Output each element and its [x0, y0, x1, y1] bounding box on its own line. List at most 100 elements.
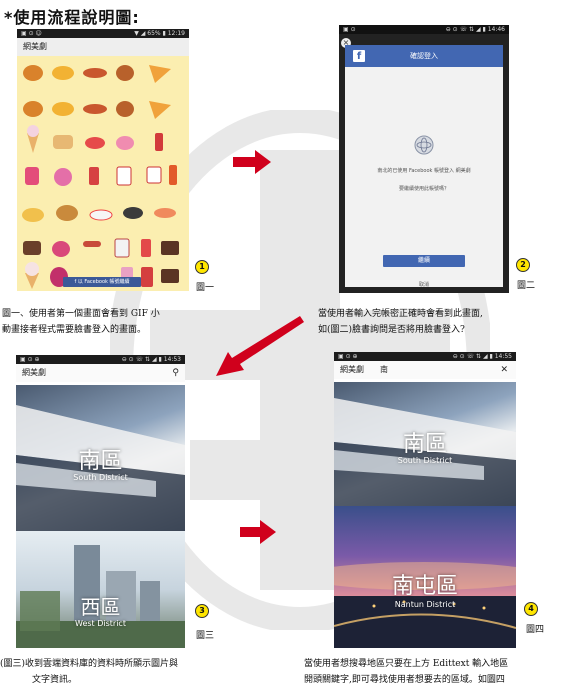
sushi-icon [85, 137, 105, 149]
caption-4-line-2: 開頭關鍵字,即可尋找使用者想要去的區域。如圖四 [304, 675, 505, 685]
cup-icon [114, 238, 130, 258]
taco-icon [52, 66, 74, 80]
soda-icon [141, 239, 151, 257]
screenshot-1-splash: ▣ ⊙ ☺ ▼ ◢ 65% ▮ 12:19 網美劇 f 以 Facebook 帳… [17, 29, 189, 291]
caption-2: 當使用者輸入完帳密正確時會看到此畫面, 如(圖二)臉書詢問是否將用臉書登入? [318, 306, 483, 338]
burger-icon [23, 65, 43, 81]
status-icons-right: ⊖ ⊙ ☏ ⇅ ◢ ▮ 14:55 [452, 353, 512, 360]
status-bar: ▣ ⊙ ⊕ ⊖ ⊙ ☏ ⇅ ◢ ▮ 14:55 [334, 352, 516, 361]
hotdog-icon [83, 68, 107, 78]
app-avatar-icon [414, 135, 434, 155]
district-name: 西區 [80, 595, 121, 619]
sushi-icon [123, 207, 143, 219]
caption-1-line-2: 動畫接者程式需要臉書登入的畫面。 [2, 325, 147, 335]
district-subtitle: Nantun District [394, 600, 456, 609]
status-icons-left: ▣ ⊙ ☺ [21, 30, 42, 37]
pancake-icon [56, 205, 78, 221]
district-card-nantun[interactable]: 南屯區 Nantun District [334, 506, 516, 648]
district-subtitle: South District [397, 456, 453, 465]
food-illustration-grid [22, 65, 179, 289]
dialog-title: 確認登入 [410, 52, 438, 60]
continue-button[interactable]: 繼續 [383, 255, 465, 267]
status-bar: ▣ ⊙ ⊕ ⊖ ⊙ ☏ ⇅ ◢ ▮ 14:53 [16, 355, 185, 364]
district-subtitle: South District [73, 473, 128, 482]
district-card-south[interactable]: 南區 South District [16, 385, 185, 531]
sauce-icon [169, 165, 177, 185]
hotdog-icon [83, 104, 107, 114]
cake-icon [116, 136, 134, 150]
pizza-icon [149, 101, 171, 119]
status-bar: ▣ ⊙ ⊖ ⊙ ☏ ⇅ ◢ ▮ 14:46 [339, 25, 509, 34]
arrow-right-icon [240, 520, 276, 544]
screenshot-4-district-search: ▣ ⊙ ⊕ ⊖ ⊙ ☏ ⇅ ◢ ▮ 14:55 網美劇 南 ✕ 南區 South… [334, 352, 516, 648]
login-message: 南北的已使用 Facebook 帳號登入 網美劇 [377, 168, 471, 174]
milk-icon [116, 166, 132, 186]
taco-icon [52, 102, 74, 116]
caption-3-line-2: 文字資訊。 [32, 675, 78, 685]
arrow-down-left-icon [216, 316, 304, 376]
sushi-roll-icon [89, 209, 113, 221]
burger-icon [23, 101, 43, 117]
app-title: 網美劇 [23, 42, 47, 51]
can-icon [141, 267, 153, 287]
app-bar: 網美劇 [17, 38, 189, 56]
status-icons-left: ▣ ⊙ ⊕ [338, 353, 358, 360]
arrow-right-icon [233, 150, 271, 174]
caption-1: 圖一、使用者第一個畫面會看到 GIF 小 動畫接者程式需要臉書登入的畫面。 [2, 306, 160, 338]
donut-icon [54, 168, 72, 186]
screenshot-2-facebook-confirm: ▣ ⊙ ⊖ ⊙ ☏ ⇅ ◢ ▮ 14:46 × f 確認登入 南北的已使用 Fa… [339, 25, 509, 293]
caption-3-line-1: (圖三)收到雲端資料庫的資料時所顯示圖片與 [0, 659, 179, 669]
page-heading: *使用流程說明圖: [4, 8, 140, 27]
cake-slice-icon [161, 241, 179, 255]
salmon-icon [154, 208, 176, 218]
step-badge-1: 1 [195, 260, 209, 274]
figure-label-1: 圖一 [196, 283, 215, 293]
drumstick-icon [116, 101, 134, 117]
district-card-west[interactable]: 西區 West District [16, 531, 185, 648]
status-icons-left: ▣ ⊙ [343, 26, 356, 33]
facebook-login-dialog: f 確認登入 南北的已使用 Facebook 帳號登入 網美劇 要繼續使用此帳號… [345, 45, 503, 288]
cake-slice-icon [161, 269, 179, 283]
status-icons-right: ⊖ ⊙ ☏ ⇅ ◢ ▮ 14:46 [445, 26, 505, 33]
login-question: 要繼續使用此帳號嗎？ [398, 186, 449, 192]
cancel-button[interactable]: 取消 [345, 281, 503, 288]
toast-icon [53, 135, 73, 149]
caption-2-line-2: 如(圖二)臉書詢問是否將用臉書登入? [318, 325, 465, 335]
app-bar: 網美劇 南 ✕ [334, 361, 516, 379]
district-name: 南屯區 [391, 574, 458, 599]
figure-label-2: 圖二 [517, 281, 536, 291]
search-input[interactable]: 南 [380, 361, 388, 379]
bottle-icon [155, 133, 163, 151]
search-icon[interactable]: ⚲ [172, 364, 179, 382]
status-icons-left: ▣ ⊙ ⊕ [20, 356, 40, 363]
status-icons-right: ▼ ◢ 65% ▮ 12:19 [134, 30, 185, 37]
dumpling-icon [52, 241, 70, 257]
step-badge-2: 2 [516, 258, 530, 272]
close-icon[interactable]: ✕ [500, 361, 508, 379]
caption-1-line-1: 圖一、使用者第一個畫面會看到 GIF 小 [2, 309, 160, 319]
district-name: 南區 [78, 449, 123, 474]
status-bar: ▣ ⊙ ☺ ▼ ◢ 65% ▮ 12:19 [17, 29, 189, 38]
sandwich-icon [23, 241, 41, 255]
drumstick-icon [116, 65, 134, 81]
pizza-icon [149, 65, 171, 83]
facebook-logo-icon: f [353, 50, 365, 62]
app-title: 網美劇 [22, 368, 46, 377]
district-card-south[interactable]: 南區 South District [334, 382, 516, 506]
bowl-icon [22, 208, 44, 222]
status-icons-right: ⊖ ⊙ ☏ ⇅ ◢ ▮ 14:53 [121, 356, 181, 363]
app-bar: 網美劇 ⚲ [16, 364, 185, 382]
skewer-icon [83, 241, 101, 247]
figure-label-4: 圖四 [526, 625, 545, 635]
caption-2-line-1: 當使用者輸入完帳密正確時會看到此畫面, [318, 309, 483, 319]
can-icon [89, 167, 99, 185]
district-subtitle: West District [75, 619, 126, 628]
caption-4-line-1: 當使用者想搜尋地區只要在上方 Edittext 輸入地區 [304, 659, 509, 669]
app-title: 網美劇 [340, 365, 364, 374]
caption-3: (圖三)收到雲端資料庫的資料時所顯示圖片與 文字資訊。 [0, 656, 178, 688]
jar-icon [25, 167, 39, 185]
facebook-login-button[interactable]: f 以 Facebook 帳號繼續 [63, 277, 141, 287]
screenshot-3-district-list: ▣ ⊙ ⊕ ⊖ ⊙ ☏ ⇅ ◢ ▮ 14:53 網美劇 ⚲ 南區 South D… [16, 355, 185, 648]
takeout-icon [146, 166, 162, 184]
dialog-header: f 確認登入 [345, 45, 503, 67]
